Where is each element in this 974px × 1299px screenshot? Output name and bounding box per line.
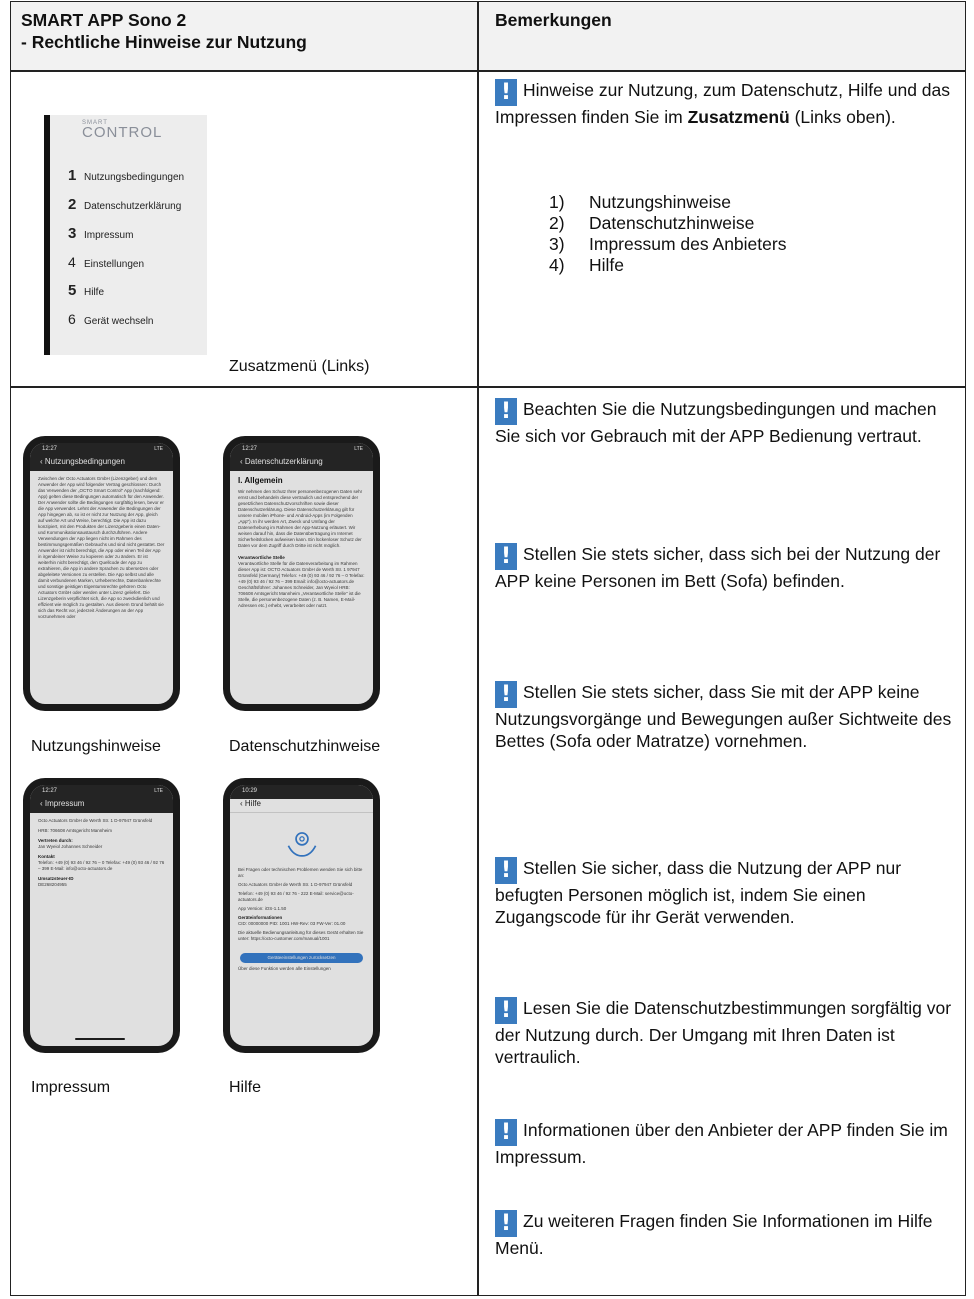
row-divider — [11, 70, 965, 72]
warning-icon: ! — [495, 1210, 517, 1237]
caption-datenschutzhinweise: Datenschutzhinweise — [229, 738, 381, 755]
document-table: SMART APP Sono 2 - Rechtliche Hinweise z… — [10, 1, 966, 1296]
phone-datenschutz: 12:27 LTE ‹ Datenschutzerklärung I. Allge… — [223, 436, 380, 711]
menu-item-geraet-wechseln[interactable]: 6 Gerät wechseln — [68, 311, 153, 327]
menu-note: ! Hinweise zur Nutzung, zum Datenschutz, … — [495, 79, 951, 127]
list-item: 3) Impressum des Anbieters — [549, 234, 787, 254]
menu-item-hilfe[interactable]: 5 Hilfe — [68, 282, 104, 299]
menu-caption: Zusatzmenü (Links) — [229, 358, 370, 375]
phone-impressum: 12:27 LTE ‹ Impressum Octo Actuators GmbH… — [23, 778, 180, 1053]
menu-item-datenschutz[interactable]: 2 Datenschutzerklärung — [68, 196, 181, 213]
menu-item-impressum[interactable]: 3 Impressum — [68, 225, 133, 242]
note-1: ! Beachten Sie die Nutzungsbedingungen un… — [495, 398, 937, 446]
note-4: ! Stellen Sie sicher, dass die Nutzung de… — [495, 857, 902, 927]
warning-icon: ! — [495, 997, 517, 1024]
menu-note-list: 1) Nutzungshinweise 2) Datenschutzhinweise… — [549, 192, 786, 276]
warning-icon: ! — [495, 857, 517, 884]
caption-nutzungshinweise: Nutzungshinweise — [31, 738, 161, 755]
header-remarks: Bemerkungen — [495, 10, 612, 30]
warning-icon: ! — [495, 543, 517, 570]
note-2: ! Stellen Sie stets sicher, dass sich bei… — [495, 543, 941, 591]
warning-icon: ! — [495, 1119, 517, 1146]
note-3: ! Stellen Sie stets sicher, dass Sie mit … — [495, 681, 952, 751]
row-divider — [11, 386, 965, 388]
caption-impressum: Impressum — [31, 1079, 111, 1096]
header-title: SMART APP Sono 2 - Rechtliche Hinweise z… — [21, 10, 307, 52]
list-item: 4) Hilfe — [549, 255, 625, 275]
phone-hilfe: 10:29 ‹ Hilfe Bei Fragen oder technische… — [223, 778, 380, 1053]
warning-icon: ! — [495, 681, 517, 708]
note-7: ! Zu weiteren Fragen finden Sie Informati… — [495, 1210, 933, 1258]
smart-control-logo: SMART CONTROL — [82, 120, 163, 141]
menu-item-einstellungen[interactable]: 4 Einstellungen — [68, 254, 144, 270]
warning-icon: ! — [495, 79, 517, 106]
note-6: ! Informationen über den Anbieter der APP… — [495, 1119, 948, 1167]
list-item: 2) Datenschutzhinweise — [549, 213, 755, 233]
list-item: 1) Nutzungshinweise — [549, 192, 732, 212]
phone-nutzungsbedingungen: 12:27 LTE ‹ Nutzungsbedingungen Zwischen … — [23, 436, 180, 711]
side-menu-screenshot: SMART CONTROL 1 Nutzungsbedingungen 2 Date… — [44, 115, 207, 355]
column-divider — [477, 2, 479, 1295]
warning-icon: ! — [495, 398, 517, 425]
caption-hilfe: Hilfe — [229, 1079, 262, 1096]
note-5: ! Lesen Sie die Datenschutzbestimmungen s… — [495, 997, 952, 1067]
menu-item-nutzungsbedingungen[interactable]: 1 Nutzungsbedingungen — [68, 167, 184, 184]
